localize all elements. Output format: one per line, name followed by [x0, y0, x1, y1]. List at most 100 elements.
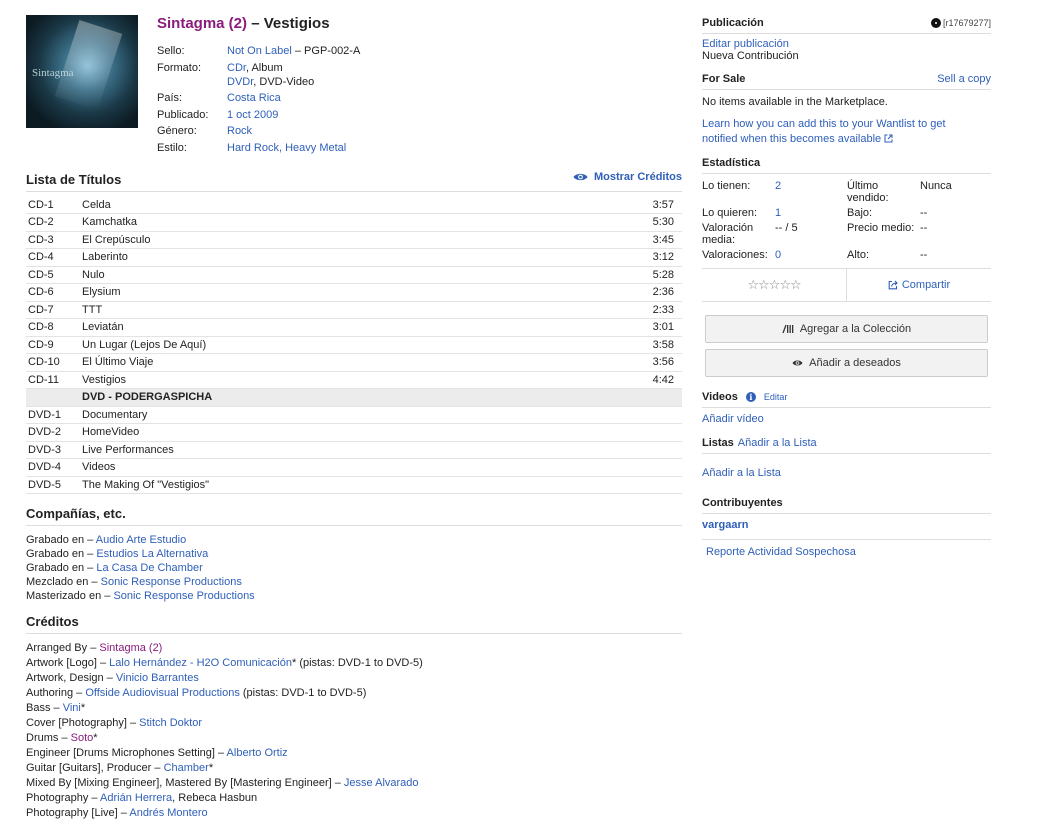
credit-suffix: * — [80, 702, 86, 714]
company-link[interactable]: Estudios La Alternativa — [96, 548, 208, 560]
company-item: Grabado en – La Casa De Chamber — [26, 561, 682, 575]
track-title: Nulo — [80, 266, 642, 284]
sidebar: Publicación [r17679277] Editar publicaci… — [702, 17, 991, 558]
forsale-header: For Sale Sell a copy — [702, 73, 991, 90]
credit-item: Cover [Photography] – Stitch Doktor — [26, 716, 682, 731]
videos-edit-link[interactable]: Editar — [764, 392, 788, 402]
profile-row-publicado: Publicado: 1 oct 2009 — [157, 108, 360, 122]
show-credits-toggle[interactable]: Mostrar Créditos — [573, 171, 682, 183]
format-cdr-link[interactable]: CDr — [227, 62, 246, 74]
track-position: CD-8 — [26, 318, 80, 337]
stat-median-label: Precio medio: — [847, 222, 915, 234]
company-item: Grabado en – Audio Arte Estudio — [26, 533, 682, 547]
estilo-hard-rock-link[interactable]: Hard Rock — [227, 142, 279, 154]
publicado-label: Publicado: — [157, 108, 209, 121]
add-wantlist-button[interactable]: Añadir a deseados — [705, 349, 988, 377]
wantlist-info-link[interactable]: Learn how you can add this to your Wantl… — [702, 118, 946, 145]
estilo-heavy-metal-link[interactable]: Heavy Metal — [285, 142, 346, 154]
credit-artist-link[interactable]: Lalo Hernández - H2O Comunicación — [109, 657, 292, 669]
credit-artist-link[interactable]: Sintagma (2) — [99, 642, 162, 654]
tracklist-row: CD-2 Kamchatka 5:30 — [26, 213, 682, 232]
add-collection-button[interactable]: Agregar a la Colección — [705, 315, 988, 343]
videos-heading: Videos — [702, 391, 738, 403]
wantlist-info-text: Learn how you can add this to your Wantl… — [702, 118, 946, 145]
credit-role: Bass – — [26, 702, 63, 714]
sell-copy-link[interactable]: Sell a copy — [937, 73, 991, 85]
stat-have-value[interactable]: 2 — [775, 180, 847, 204]
cover-image[interactable]: Sintagma — [26, 15, 138, 128]
catalog-number: – PGP-002-A — [291, 45, 361, 57]
stat-ratings-value[interactable]: 0 — [775, 249, 847, 261]
company-link[interactable]: Sonic Response Productions — [101, 576, 242, 588]
track-title: Videos — [80, 458, 642, 477]
credit-suffix: (pistas: DVD-1 to DVD-5) — [239, 687, 367, 699]
track-position: CD-2 — [26, 213, 80, 232]
videos-header: Videos i Editar — [702, 391, 991, 408]
share-button[interactable]: Compartir — [847, 269, 991, 301]
company-link[interactable]: Audio Arte Estudio — [96, 534, 187, 546]
stats-heading: Estadística — [702, 157, 761, 169]
publicado-link[interactable]: 1 oct 2009 — [227, 108, 278, 122]
credit-artist-link[interactable]: Stitch Doktor — [139, 717, 202, 729]
estilo-label: Estilo: — [157, 141, 187, 154]
report-suspicious-link[interactable]: Reporte Actividad Sospechosa — [706, 546, 856, 558]
share-label: Compartir — [901, 279, 951, 291]
track-duration: 5:28 — [642, 266, 682, 284]
eye-icon — [792, 360, 803, 366]
track-position: DVD-1 — [26, 406, 80, 424]
contributor-link[interactable]: vargaarn — [702, 519, 748, 531]
info-icon[interactable]: i — [745, 392, 756, 402]
contributors-header: Contribuyentes — [702, 497, 991, 514]
add-video-link[interactable]: Añadir vídeo — [702, 413, 764, 425]
credit-artist-link[interactable]: Andrés Montero — [129, 807, 207, 819]
credit-role: Photography – — [26, 792, 101, 804]
add-to-list-link[interactable]: Añadir a la Lista — [702, 467, 781, 479]
pais-link[interactable]: Costa Rica — [227, 91, 281, 105]
credit-artist-link[interactable]: Offside Audiovisual Productions — [85, 687, 240, 699]
track-duration: 4:42 — [642, 371, 682, 389]
track-duration: 3:45 — [642, 231, 682, 249]
track-duration — [642, 441, 682, 459]
credit-artist-link[interactable]: Vini — [63, 702, 81, 714]
tracklist-row: DVD-5 The Making Of "Vestigios" — [26, 476, 682, 494]
tracklist-header: Lista de Títulos Mostrar Créditos — [26, 171, 682, 192]
sello-link[interactable]: Not On Label — [227, 45, 292, 57]
star-rating[interactable]: ☆☆☆☆☆ — [702, 269, 847, 301]
stat-have-label: Lo tienen: — [702, 180, 751, 192]
credit-item: Drums – Soto* — [26, 731, 682, 746]
track-title: Vestigios — [80, 371, 642, 389]
company-role: Masterizado en – — [26, 590, 114, 602]
lists-add-inline-link[interactable]: Añadir a la Lista — [738, 437, 817, 449]
stat-want-value[interactable]: 1 — [775, 207, 847, 219]
credit-artist-link[interactable]: Soto — [71, 732, 94, 744]
credits-heading: Créditos — [26, 614, 682, 634]
company-item: Grabado en – Estudios La Alternativa — [26, 547, 682, 561]
credit-role: Engineer [Drums Microphones Setting] – — [26, 747, 227, 759]
add-wantlist-label: Añadir a deseados — [809, 357, 901, 369]
track-duration: 2:36 — [642, 283, 682, 302]
company-link[interactable]: La Casa De Chamber — [96, 562, 202, 574]
lists-header: Listas Añadir a la Lista — [702, 437, 991, 454]
track-position: CD-4 — [26, 248, 80, 267]
credit-artist-link[interactable]: Adrián Herrera — [100, 792, 172, 804]
credit-artist-link[interactable]: Jesse Alvarado — [344, 777, 419, 789]
tracklist-table: CD-1 Celda 3:57 CD-2 Kamchatka 5:30 CD-3 El Cre… — [26, 196, 682, 494]
company-link[interactable]: Sonic Response Productions — [113, 590, 254, 602]
credit-role: Artwork, Design – — [26, 672, 116, 684]
credit-role: Photography [Live] – — [26, 807, 130, 819]
credit-artist-link[interactable]: Vinicio Barrantes — [116, 672, 199, 684]
track-duration — [642, 406, 682, 424]
companies-heading: Compañías, etc. — [26, 506, 682, 526]
track-title: El Último Viaje — [80, 353, 642, 372]
credit-artist-link[interactable]: Chamber — [164, 762, 209, 774]
credit-item: Artwork, Design – Vinicio Barrantes — [26, 671, 682, 686]
edit-release-link[interactable]: Editar publicación — [702, 38, 789, 50]
track-duration: 2:33 — [642, 301, 682, 319]
artist-link[interactable]: Sintagma (2) — [157, 15, 247, 32]
track-position: CD-11 — [26, 371, 80, 389]
track-position: CD-10 — [26, 353, 80, 372]
genero-link[interactable]: Rock — [227, 124, 252, 138]
format-dvdr-link[interactable]: DVDr — [227, 76, 253, 88]
release-id[interactable]: [r17679277] — [930, 18, 991, 28]
credit-artist-link[interactable]: Alberto Ortiz — [227, 747, 288, 759]
